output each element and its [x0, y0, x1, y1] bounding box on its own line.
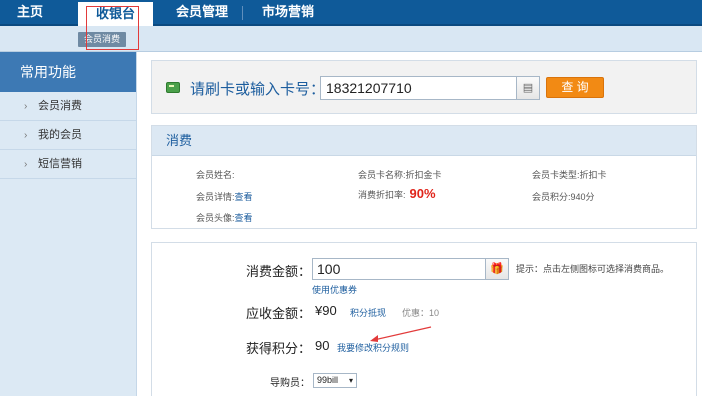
- member-points-label: 会员积分:: [532, 192, 571, 202]
- use-coupon-link[interactable]: 使用优惠券: [312, 283, 357, 296]
- sidebar-title: 常用功能: [0, 52, 136, 92]
- card-type-label: 会员卡类型:: [532, 170, 580, 180]
- discount-rate-value: 90%: [409, 186, 436, 201]
- sidebar: 常用功能 › 会员消费 › 我的会员 › 短信营销: [0, 52, 137, 396]
- tab-cashier[interactable]: 收银台: [78, 0, 153, 28]
- guide-select[interactable]: 99bill ▾: [313, 373, 357, 388]
- discount-rate-field: 消费折扣率: 90%: [358, 186, 436, 201]
- gift-icon[interactable]: 🎁: [485, 258, 509, 280]
- card-number-input[interactable]: 18321207710: [320, 76, 520, 100]
- subtab-member-consume[interactable]: 会员消费: [78, 32, 127, 47]
- member-info-panel: 消费 会员姓名: 会员卡名称:折扣金卡 会员卡类型:折扣卡 会员详情:查看 消费…: [151, 125, 697, 229]
- card-name-label: 会员卡名称:: [358, 170, 406, 180]
- tab-home[interactable]: 主页: [4, 0, 56, 26]
- chevron-right-icon: ›: [24, 159, 28, 170]
- member-points-value: 940分: [570, 192, 595, 202]
- receivable-label: 应收金额：: [246, 306, 312, 321]
- earn-points-label: 获得积分：: [246, 341, 312, 356]
- chevron-down-icon: ▾: [348, 376, 353, 385]
- card-name-value: 折扣金卡: [405, 170, 442, 180]
- tab-member-management[interactable]: 会员管理: [164, 0, 240, 26]
- guide-label: 导购员：: [270, 378, 310, 389]
- member-detail-field: 会员详情:查看: [196, 190, 253, 203]
- annotation-arrow-icon: [370, 326, 432, 342]
- member-name-field: 会员姓名:: [196, 168, 235, 181]
- member-avatar-label: 会员头像:: [196, 213, 235, 223]
- discount-rate-label: 消费折扣率:: [358, 190, 406, 200]
- chevron-right-icon: ›: [24, 130, 28, 141]
- query-button[interactable]: 查 询: [546, 77, 604, 98]
- sidebar-item-label: 我的会员: [38, 129, 82, 141]
- card-reader-icon[interactable]: ▤: [516, 76, 540, 100]
- card-name-field: 会员卡名称:折扣金卡: [358, 168, 442, 181]
- member-avatar-link[interactable]: 查看: [235, 213, 253, 223]
- card-icon: [166, 82, 180, 93]
- member-points-field: 会员积分:940分: [532, 190, 595, 203]
- sidebar-item-sms-marketing[interactable]: › 短信营销: [0, 150, 136, 179]
- earn-points-value: 90: [315, 338, 330, 353]
- card-search-panel: 请刷卡或输入卡号： 18321207710 ▤ 查 询: [151, 60, 697, 114]
- member-detail-label: 会员详情:: [196, 192, 235, 202]
- receivable-value: ¥90: [315, 303, 337, 318]
- points-deduct-link[interactable]: 积分抵现: [350, 306, 386, 319]
- sub-nav: 会员消费: [0, 26, 702, 52]
- sidebar-item-my-members[interactable]: › 我的会员: [0, 121, 136, 150]
- consume-panel: 消费金额： 100 🎁 提示：点击左侧图标可选择消费商品。 使用优惠券 应收金额…: [151, 242, 697, 396]
- nav-divider: [242, 6, 243, 20]
- card-type-value: 折扣卡: [579, 170, 607, 180]
- guide-select-value: 99bill: [317, 375, 339, 385]
- card-search-label: 请刷卡或输入卡号：: [190, 81, 326, 98]
- member-detail-link[interactable]: 查看: [235, 192, 253, 202]
- card-type-field: 会员卡类型:折扣卡: [532, 168, 607, 181]
- sidebar-item-member-consume[interactable]: › 会员消费: [0, 92, 136, 121]
- hint-text: 提示：点击左侧图标可选择消费商品。: [516, 264, 670, 274]
- sidebar-item-label: 短信营销: [38, 158, 82, 170]
- amount-label: 消费金额：: [246, 264, 312, 279]
- discount-note: 优惠：10: [402, 308, 440, 318]
- amount-input[interactable]: 100: [312, 258, 486, 280]
- chevron-right-icon: ›: [24, 101, 28, 112]
- top-nav: 主页 收银台 会员管理 市场营销: [0, 0, 702, 28]
- member-avatar-field: 会员头像:查看: [196, 211, 253, 224]
- member-name-label: 会员姓名:: [196, 170, 235, 180]
- sidebar-item-label: 会员消费: [38, 100, 82, 112]
- tab-marketing[interactable]: 市场营销: [250, 0, 326, 26]
- panel-title: 消费: [152, 126, 696, 156]
